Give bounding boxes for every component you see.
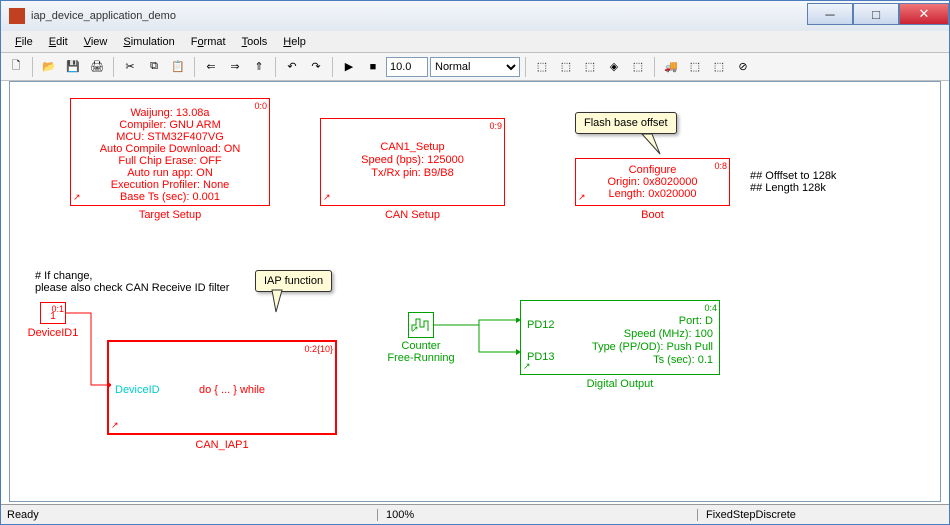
tool4-icon[interactable]: ◈ — [603, 56, 625, 78]
link-icon: ↗ — [111, 420, 119, 431]
block-deviceid[interactable]: 0:1 1 — [40, 302, 66, 324]
link-icon: ↗ — [411, 324, 419, 335]
tool9-icon[interactable]: ⊘ — [732, 56, 754, 78]
tool5-icon[interactable]: ⬚ — [627, 56, 649, 78]
statusbar: Ready 100% FixedStepDiscrete — [1, 504, 949, 524]
stop-icon[interactable]: ■ — [362, 56, 384, 78]
signal-wire — [66, 312, 111, 392]
minimize-button[interactable]: ─ — [807, 3, 853, 25]
tool3-icon[interactable]: ⬚ — [579, 56, 601, 78]
tool7-icon[interactable]: ⬚ — [684, 56, 706, 78]
menu-help[interactable]: Help — [275, 34, 314, 50]
tool6-icon[interactable]: 🚚 — [660, 56, 682, 78]
window-title: iap_device_application_demo — [31, 10, 807, 22]
boot-note: ## Offfset to 128k ## Length 128k — [750, 170, 836, 194]
copy-icon[interactable]: ⧉ — [143, 56, 165, 78]
note-change: # If change, please also check CAN Recei… — [35, 270, 229, 294]
maximize-button[interactable]: □ — [853, 3, 899, 25]
toolbar: 🗋 📂 💾 🖨 ✂ ⧉ 📋 ⇐ ⇒ ⇑ ↶ ↷ ▶ ■ Normal ⬚ ⬚ ⬚… — [1, 53, 949, 81]
model-canvas[interactable]: 0:0 Waijung: 13.08a Compiler: GNU ARM MC… — [9, 81, 941, 502]
block-label: Digital Output — [520, 378, 720, 390]
status-percent: 100% — [377, 509, 697, 521]
block-label: Target Setup — [70, 209, 270, 221]
callout-flash: Flash base offset — [575, 112, 677, 134]
tool1-icon[interactable]: ⬚ — [531, 56, 553, 78]
paste-icon[interactable]: 📋 — [167, 56, 189, 78]
print-icon[interactable]: 🖨 — [86, 56, 108, 78]
app-icon — [9, 8, 25, 24]
signal-wire — [434, 318, 524, 358]
block-label: Boot — [575, 209, 730, 221]
block-target-setup[interactable]: 0:0 Waijung: 13.08a Compiler: GNU ARM MC… — [70, 98, 270, 206]
tool2-icon[interactable]: ⬚ — [555, 56, 577, 78]
block-digital-output[interactable]: 0:4 PD12 PD13 Port: D Speed (MHz): 100 T… — [520, 300, 720, 375]
undo-icon[interactable]: ↶ — [281, 56, 303, 78]
link-icon: ↗ — [578, 192, 586, 203]
simtime-input[interactable] — [386, 57, 428, 77]
callout-tail-icon — [270, 288, 300, 318]
back-icon[interactable]: ⇐ — [200, 56, 222, 78]
redo-icon[interactable]: ↷ — [305, 56, 327, 78]
close-button[interactable]: ✕ — [899, 3, 949, 25]
status-ready: Ready — [7, 509, 377, 521]
open-icon[interactable]: 📂 — [38, 56, 60, 78]
forward-icon[interactable]: ⇒ — [224, 56, 246, 78]
tool8-icon[interactable]: ⬚ — [708, 56, 730, 78]
link-icon: ↗ — [323, 192, 331, 203]
new-icon[interactable]: 🗋 — [5, 56, 27, 78]
status-solver: FixedStepDiscrete — [697, 509, 943, 521]
save-icon[interactable]: 💾 — [62, 56, 84, 78]
up-icon[interactable]: ⇑ — [248, 56, 270, 78]
menu-tools[interactable]: Tools — [234, 34, 276, 50]
menu-view[interactable]: View — [76, 34, 116, 50]
block-can-setup[interactable]: 0:9 CAN1_Setup Speed (bps): 125000 Tx/Rx… — [320, 118, 505, 206]
play-icon[interactable]: ▶ — [338, 56, 360, 78]
menubar: File Edit View Simulation Format Tools H… — [1, 31, 949, 53]
block-can-iap[interactable]: 0:2{10} DeviceID do { ... } while ↗ — [107, 340, 337, 435]
menu-simulation[interactable]: Simulation — [115, 34, 182, 50]
block-boot[interactable]: 0:8 Configure Origin: 0x8020000 Length: … — [575, 158, 730, 206]
link-icon: ↗ — [523, 361, 531, 372]
main-window: iap_device_application_demo ─ □ ✕ File E… — [0, 0, 950, 525]
menu-file[interactable]: File — [7, 34, 41, 50]
link-icon: ↗ — [73, 192, 81, 203]
titlebar: iap_device_application_demo ─ □ ✕ — [1, 1, 949, 31]
mode-select[interactable]: Normal — [430, 57, 520, 77]
block-label: CAN_IAP1 — [107, 439, 337, 451]
menu-format[interactable]: Format — [183, 34, 234, 50]
cut-icon[interactable]: ✂ — [119, 56, 141, 78]
menu-edit[interactable]: Edit — [41, 34, 76, 50]
block-counter[interactable]: ↗ — [408, 312, 434, 338]
block-label: CAN Setup — [320, 209, 505, 221]
